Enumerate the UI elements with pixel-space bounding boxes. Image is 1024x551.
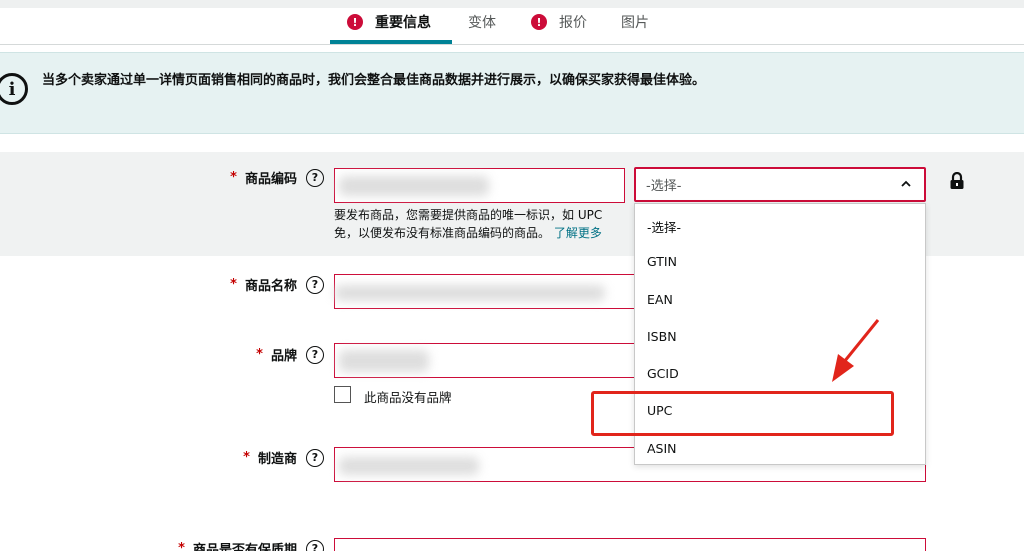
no-brand-label: 此商品没有品牌 bbox=[364, 390, 452, 405]
label-text: 商品名称 bbox=[244, 279, 297, 294]
redacted-value bbox=[339, 457, 479, 475]
required-mark: * bbox=[256, 347, 263, 362]
brand-label: * 品牌 ? bbox=[256, 345, 324, 364]
option-ean[interactable]: EAN bbox=[647, 292, 673, 307]
required-mark: * bbox=[230, 277, 237, 292]
lock-icon bbox=[949, 171, 965, 190]
help-icon[interactable]: ? bbox=[306, 448, 324, 467]
help-icon[interactable]: ? bbox=[306, 168, 324, 187]
redacted-value bbox=[339, 176, 489, 196]
banner-text: 当多个卖家通过单一详情页面销售相同的商品时，我们会整合最佳商品数据并进行展示，以… bbox=[42, 73, 706, 88]
tab-label: 重要信息 bbox=[375, 15, 431, 31]
manufacturer-label: * 制造商 ? bbox=[243, 448, 324, 467]
tab-bar: ! 重要信息 变体 ! 报价 图片 bbox=[0, 0, 1024, 46]
alert-icon: ! bbox=[347, 14, 363, 30]
product-id-input[interactable] bbox=[334, 168, 625, 203]
redacted-value bbox=[335, 285, 605, 301]
option-gcid[interactable]: GCID bbox=[647, 366, 679, 381]
label-text: 商品是否有保质期 bbox=[192, 543, 297, 551]
option-upc[interactable]: UPC bbox=[647, 403, 672, 418]
chevron-up-icon bbox=[900, 178, 912, 193]
tabs-divider bbox=[0, 44, 1024, 45]
label-text: 商品编码 bbox=[244, 172, 297, 187]
info-icon: i bbox=[0, 73, 28, 105]
label-text: 品牌 bbox=[270, 349, 297, 364]
option-isbn[interactable]: ISBN bbox=[647, 329, 677, 344]
hint-text: 免，以便发布没有标准商品编码的商品。 bbox=[334, 226, 551, 240]
product-id-hint-line2: 免，以便发布没有标准商品编码的商品。 了解更多 bbox=[334, 224, 602, 241]
option-select[interactable]: -选择- bbox=[647, 217, 681, 236]
tab-variations[interactable]: 变体 bbox=[468, 0, 496, 44]
product-id-type-dropdown: -选择- GTIN EAN ISBN GCID UPC ASIN bbox=[634, 203, 926, 465]
info-banner: i 当多个卖家通过单一详情页面销售相同的商品时，我们会整合最佳商品数据并进行展示… bbox=[0, 52, 1024, 134]
required-mark: * bbox=[178, 541, 185, 551]
product-id-hint-line1: 要发布商品，您需要提供商品的唯一标识，如 UPC bbox=[334, 208, 603, 222]
product-id-label: * 商品编码 ? bbox=[230, 168, 324, 187]
no-brand-checkbox[interactable] bbox=[334, 386, 351, 403]
redacted-value bbox=[339, 350, 429, 372]
tab-images[interactable]: 图片 bbox=[621, 0, 649, 44]
help-icon[interactable]: ? bbox=[306, 275, 324, 294]
tab-label: 报价 bbox=[559, 15, 587, 31]
warranty-label: * 商品是否有保质期 ? bbox=[178, 539, 324, 551]
help-icon[interactable]: ? bbox=[306, 345, 324, 364]
option-asin[interactable]: ASIN bbox=[647, 441, 677, 456]
required-mark: * bbox=[243, 450, 250, 465]
learn-more-link[interactable]: 了解更多 bbox=[554, 226, 602, 240]
tab-vital-info[interactable]: ! 重要信息 bbox=[347, 0, 431, 44]
help-icon[interactable]: ? bbox=[306, 539, 324, 551]
required-mark: * bbox=[230, 170, 237, 185]
alert-icon: ! bbox=[531, 14, 547, 30]
tab-label: 图片 bbox=[621, 15, 649, 31]
tab-label: 变体 bbox=[468, 15, 496, 31]
warranty-select[interactable] bbox=[334, 538, 926, 551]
product-id-type-select[interactable]: -选择- bbox=[634, 167, 926, 202]
option-gtin[interactable]: GTIN bbox=[647, 254, 677, 269]
tab-offer[interactable]: ! 报价 bbox=[531, 0, 587, 44]
product-name-label: * 商品名称 ? bbox=[230, 275, 324, 294]
label-text: 制造商 bbox=[257, 452, 297, 467]
select-value: -选择- bbox=[646, 179, 682, 194]
